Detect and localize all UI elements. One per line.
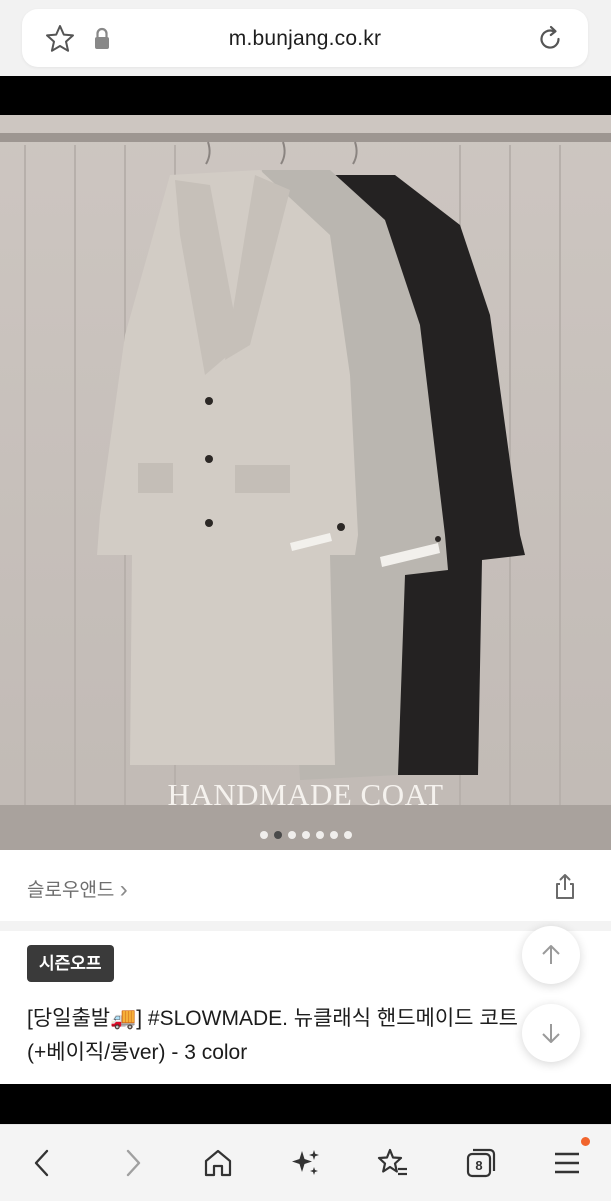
- carousel-dot[interactable]: [259, 831, 268, 839]
- scroll-up-button[interactable]: [522, 926, 580, 984]
- tabs-button[interactable]: 8: [463, 1145, 499, 1181]
- product-title: [당일출발🚚] #SLOWMADE. 뉴클래식 핸드메이드 코트 (+베이직/롱…: [27, 1007, 518, 1064]
- home-icon[interactable]: [200, 1145, 236, 1181]
- chevron-right-icon: ›: [119, 876, 128, 903]
- tab-count: 8: [475, 1158, 483, 1173]
- carousel-dot[interactable]: [301, 831, 310, 839]
- carousel-dot[interactable]: [273, 831, 282, 839]
- url-text[interactable]: m.bunjang.co.kr: [22, 27, 588, 51]
- carousel-dot[interactable]: [343, 831, 352, 839]
- browser-bottom-bar: 8: [0, 1124, 611, 1201]
- browser-top-bar: m.bunjang.co.kr: [0, 0, 611, 76]
- top-black-band: [0, 76, 611, 115]
- product-image-carousel[interactable]: HANDMADE COAT: [0, 115, 611, 850]
- star-list-icon[interactable]: [374, 1145, 410, 1181]
- section-divider: [0, 921, 611, 931]
- notification-dot: [581, 1137, 590, 1146]
- shop-name[interactable]: 슬로우앤드 ›: [27, 875, 128, 903]
- shop-link-row[interactable]: 슬로우앤드 ›: [0, 851, 611, 921]
- sparkle-icon[interactable]: [287, 1145, 323, 1181]
- menu-icon[interactable]: [549, 1145, 585, 1181]
- status-badge: 시즌오프: [27, 945, 114, 982]
- address-bar[interactable]: m.bunjang.co.kr: [22, 9, 588, 67]
- chevron-right-icon[interactable]: [114, 1145, 150, 1181]
- arrow-up-icon: [542, 945, 560, 964]
- coats-photo: [0, 133, 611, 850]
- carousel-dot[interactable]: [287, 831, 296, 839]
- chevron-left-icon[interactable]: [25, 1145, 61, 1181]
- arrow-down-icon: [542, 1024, 560, 1043]
- reload-icon[interactable]: [534, 23, 566, 55]
- carousel-dot[interactable]: [329, 831, 338, 839]
- share-icon[interactable]: [548, 870, 582, 904]
- carousel-dot[interactable]: [315, 831, 324, 839]
- carousel-dots[interactable]: [0, 826, 611, 844]
- scroll-down-button[interactable]: [522, 1004, 580, 1062]
- hero-caption: HANDMADE COAT: [167, 777, 444, 812]
- bottom-black-band: [0, 1084, 611, 1124]
